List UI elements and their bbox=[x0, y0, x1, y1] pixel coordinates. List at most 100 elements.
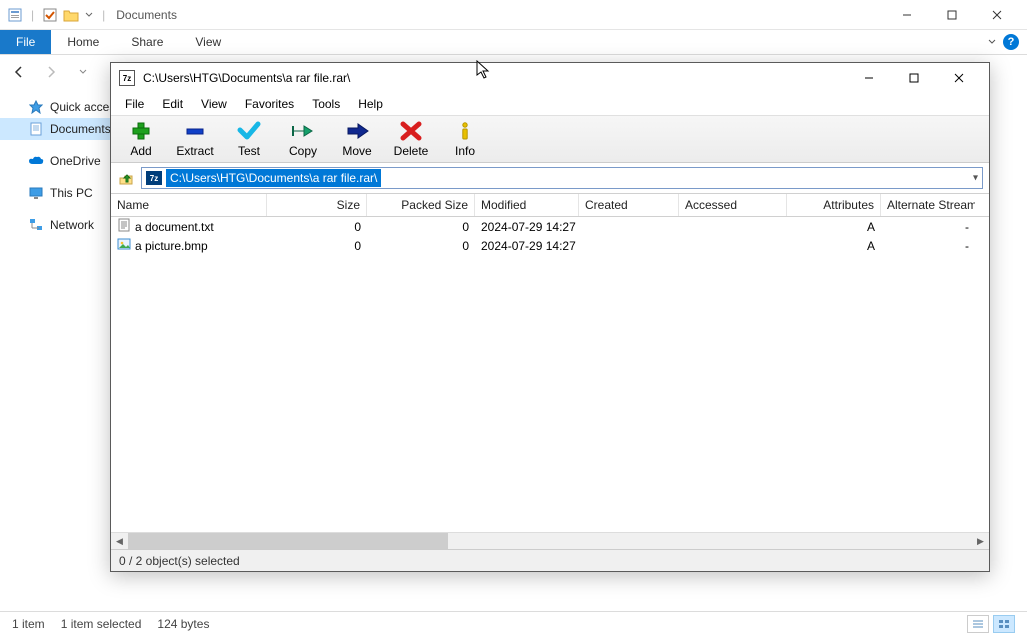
path-field[interactable]: 7z C:\Users\HTG\Documents\a rar file.rar… bbox=[141, 167, 983, 189]
cell-altstream: - bbox=[881, 219, 975, 235]
col-size[interactable]: Size bbox=[267, 194, 367, 216]
chevron-down-icon[interactable]: ▾ bbox=[973, 173, 978, 184]
list-item[interactable]: a picture.bmp002024-07-29 14:27A- bbox=[111, 236, 989, 255]
toolbar-label: Move bbox=[342, 144, 371, 158]
test-button[interactable]: Test bbox=[223, 118, 275, 160]
status-size: 124 bytes bbox=[157, 617, 209, 631]
separator: | bbox=[31, 8, 34, 22]
file-icon bbox=[117, 237, 131, 254]
menu-favorites[interactable]: Favorites bbox=[237, 95, 302, 113]
col-altstream[interactable]: Alternate Stream bbox=[881, 194, 975, 216]
monitor-icon bbox=[28, 185, 44, 201]
col-modified[interactable]: Modified bbox=[475, 194, 579, 216]
sevenzip-window: 7z C:\Users\HTG\Documents\a rar file.rar… bbox=[110, 62, 990, 572]
menu-tools[interactable]: Tools bbox=[304, 95, 348, 113]
sz-maximize-button[interactable] bbox=[891, 64, 936, 93]
archive-icon: 7z bbox=[146, 171, 162, 185]
col-accessed[interactable]: Accessed bbox=[679, 194, 787, 216]
sevenzip-titlebar[interactable]: 7z C:\Users\HTG\Documents\a rar file.rar… bbox=[111, 63, 989, 93]
explorer-title: Documents bbox=[116, 8, 177, 22]
plus-icon bbox=[128, 120, 154, 142]
file-name: a picture.bmp bbox=[135, 239, 208, 253]
cell-altstream: - bbox=[881, 238, 975, 254]
sevenzip-statusbar: 0 / 2 object(s) selected bbox=[111, 549, 989, 571]
menu-edit[interactable]: Edit bbox=[154, 95, 191, 113]
view-icons-button[interactable] bbox=[993, 615, 1015, 633]
explorer-statusbar: 1 item 1 item selected 124 bytes bbox=[0, 611, 1027, 635]
document-icon bbox=[28, 121, 44, 137]
network-icon bbox=[28, 217, 44, 233]
col-packedsize[interactable]: Packed Size bbox=[367, 194, 475, 216]
checkbox-icon[interactable] bbox=[43, 8, 57, 22]
path-text: C:\Users\HTG\Documents\a rar file.rar\ bbox=[166, 169, 381, 187]
star-icon bbox=[28, 99, 44, 115]
sz-minimize-button[interactable] bbox=[846, 64, 891, 93]
copy-button[interactable]: Copy bbox=[277, 118, 329, 160]
cell-size: 0 bbox=[267, 219, 367, 235]
scrollbar-thumb[interactable] bbox=[128, 533, 448, 549]
help-icon[interactable]: ? bbox=[1003, 34, 1019, 50]
sevenzip-title: C:\Users\HTG\Documents\a rar file.rar\ bbox=[143, 71, 350, 85]
folder-icon[interactable] bbox=[63, 8, 79, 22]
sidebar-label: OneDrive bbox=[50, 154, 101, 168]
up-folder-button[interactable] bbox=[117, 169, 135, 187]
col-created[interactable]: Created bbox=[579, 194, 679, 216]
info-button[interactable]: Info bbox=[439, 118, 491, 160]
chevron-down-icon[interactable] bbox=[85, 11, 93, 19]
add-button[interactable]: Add bbox=[115, 118, 167, 160]
back-button[interactable] bbox=[8, 61, 30, 83]
forward-button[interactable] bbox=[40, 61, 62, 83]
sz-close-button[interactable] bbox=[936, 64, 981, 93]
menu-file[interactable]: File bbox=[117, 95, 152, 113]
arrow-right-icon bbox=[290, 120, 316, 142]
cell-attributes: A bbox=[787, 238, 881, 254]
list-item[interactable]: a document.txt002024-07-29 14:27A- bbox=[111, 217, 989, 236]
cell-accessed bbox=[679, 226, 787, 228]
toolbar-label: Copy bbox=[289, 144, 317, 158]
sidebar-label: Documents bbox=[50, 122, 111, 136]
col-name[interactable]: Name bbox=[111, 194, 267, 216]
sidebar-label: Network bbox=[50, 218, 94, 232]
sidebar-label: This PC bbox=[50, 186, 93, 200]
view-tab[interactable]: View bbox=[179, 30, 237, 54]
properties-icon[interactable] bbox=[8, 8, 22, 22]
cloud-icon bbox=[28, 153, 44, 169]
scroll-left-button[interactable]: ◀ bbox=[111, 533, 128, 549]
scroll-right-button[interactable]: ▶ bbox=[972, 533, 989, 549]
menu-help[interactable]: Help bbox=[350, 95, 391, 113]
chevron-down-icon[interactable] bbox=[987, 37, 997, 47]
maximize-button[interactable] bbox=[929, 0, 974, 29]
qat-icons: | | bbox=[8, 8, 108, 22]
move-button[interactable]: Move bbox=[331, 118, 383, 160]
cell-created bbox=[579, 245, 679, 247]
sevenzip-menu: File Edit View Favorites Tools Help bbox=[111, 93, 989, 115]
home-tab[interactable]: Home bbox=[51, 30, 115, 54]
check-icon bbox=[236, 120, 262, 142]
sevenzip-toolbar: Add Extract Test Copy Move Delete Info bbox=[111, 115, 989, 163]
view-details-button[interactable] bbox=[967, 615, 989, 633]
col-attributes[interactable]: Attributes bbox=[787, 194, 881, 216]
minimize-button[interactable] bbox=[884, 0, 929, 29]
close-button[interactable] bbox=[974, 0, 1019, 29]
minus-icon bbox=[182, 120, 208, 142]
arrow-right-solid-icon bbox=[344, 120, 370, 142]
menu-view[interactable]: View bbox=[193, 95, 235, 113]
delete-button[interactable]: Delete bbox=[385, 118, 437, 160]
cell-modified: 2024-07-29 14:27 bbox=[475, 219, 579, 235]
cell-size: 0 bbox=[267, 238, 367, 254]
status-text: 0 / 2 object(s) selected bbox=[119, 554, 240, 568]
x-icon bbox=[398, 120, 424, 142]
toolbar-label: Add bbox=[130, 144, 151, 158]
sevenzip-pathbar: 7z C:\Users\HTG\Documents\a rar file.rar… bbox=[111, 163, 989, 193]
share-tab[interactable]: Share bbox=[115, 30, 179, 54]
horizontal-scrollbar[interactable]: ◀ ▶ bbox=[111, 532, 989, 549]
info-icon bbox=[452, 120, 478, 142]
file-tab[interactable]: File bbox=[0, 30, 51, 54]
explorer-titlebar: | | Documents bbox=[0, 0, 1027, 30]
file-list[interactable]: a document.txt 0 0 2024-07-29 14:27 A- a pict… bbox=[111, 217, 989, 532]
file-icon bbox=[117, 218, 131, 235]
extract-button[interactable]: Extract bbox=[169, 118, 221, 160]
file-name: a document.txt bbox=[135, 220, 214, 234]
recent-dropdown[interactable] bbox=[72, 61, 94, 83]
status-selected: 1 item selected bbox=[61, 617, 142, 631]
